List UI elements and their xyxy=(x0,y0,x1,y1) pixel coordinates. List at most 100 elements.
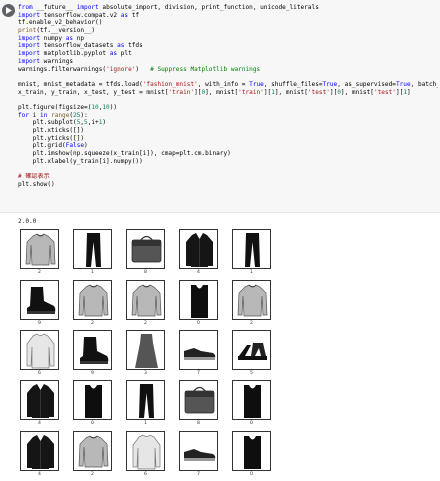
subplot-image xyxy=(20,431,59,471)
pullover-icon xyxy=(131,284,162,317)
subplot-image xyxy=(232,330,271,370)
subplot-xlabel: 7 xyxy=(197,472,200,477)
code-token: ) xyxy=(84,142,88,150)
figure-subplot: 2 xyxy=(232,280,276,332)
subplot-xlabel: 4 xyxy=(38,472,41,477)
pullover-icon xyxy=(78,435,109,468)
code-token: import xyxy=(76,4,99,11)
subplot-xlabel: 6 xyxy=(144,472,147,477)
code-line: plt.xlabel(y_train[i].numpy()) xyxy=(18,158,438,166)
code-token: ], mnist[ xyxy=(340,88,374,96)
subplot-xlabel: 8 xyxy=(144,270,147,275)
code-token: __future__ xyxy=(32,4,77,11)
pullover-icon xyxy=(237,284,268,317)
code-token: plt.subplot( xyxy=(18,119,77,127)
subplot-image xyxy=(232,229,271,269)
run-cell-button[interactable] xyxy=(2,4,15,17)
code-token: ) xyxy=(102,119,107,127)
code-token: , as_supervised= xyxy=(337,80,396,88)
dress-icon xyxy=(135,334,158,368)
figure-subplot: 0 xyxy=(232,380,276,432)
subplot-image xyxy=(73,229,112,269)
code-token: (tf.__version__) xyxy=(36,27,96,35)
code-token: False xyxy=(65,142,85,150)
code-line: import matplotlib.pyplot as plt xyxy=(18,50,438,58)
code-token: x_train, y_train, x_test, y_test = mnist… xyxy=(18,88,169,96)
code-token: ], mnist[ xyxy=(205,88,239,96)
figure-subplot: 4 xyxy=(20,380,64,432)
subplot-image xyxy=(126,229,165,269)
code-cell[interactable]: from __future__ import absolute_import, … xyxy=(0,0,440,213)
code-token: ], mnist[ xyxy=(274,88,308,96)
code-token: numpy xyxy=(40,34,66,42)
code-token: plt xyxy=(117,50,132,58)
subplot-xlabel: 9 xyxy=(38,321,41,326)
figure-subplot: 1 xyxy=(232,229,276,281)
subplot-xlabel: 2 xyxy=(91,321,94,326)
figure-subplot: 0 xyxy=(232,431,276,481)
subplot-xlabel: 9 xyxy=(91,371,94,376)
figure-subplot: 2 xyxy=(126,280,170,332)
shirt-icon xyxy=(26,333,55,369)
code-line: from __future__ import absolute_import, … xyxy=(18,4,438,12)
subplot-image xyxy=(73,280,112,320)
subplot-xlabel: 6 xyxy=(38,371,41,376)
code-line: tf.enable_v2_behavior() xyxy=(18,19,438,27)
subplot-xlabel: 7 xyxy=(197,371,200,376)
code-token: plt.xticks([]) xyxy=(18,127,85,134)
figure-subplot: 9 xyxy=(20,280,64,332)
code-line: mnist, mnist_metadata = tfds.load('fashi… xyxy=(18,81,438,89)
subplot-image xyxy=(20,280,59,320)
subplot-xlabel: 1 xyxy=(144,421,147,426)
code-token: print xyxy=(18,27,37,35)
subplot-xlabel: 4 xyxy=(197,270,200,275)
figure-subplot: 0 xyxy=(73,380,117,432)
sneaker-icon xyxy=(184,449,216,461)
code-token: import xyxy=(18,50,41,58)
figure-subplot: 6 xyxy=(20,330,64,382)
code-line: import warnings xyxy=(18,58,438,66)
code-token: True xyxy=(322,80,338,88)
subplot-xlabel: 0 xyxy=(91,421,94,426)
code-token: 'ignore' xyxy=(106,65,136,73)
trouser-icon xyxy=(86,233,101,267)
code-token: for xyxy=(18,111,30,119)
subplot-xlabel: 3 xyxy=(144,371,147,376)
sneaker-icon xyxy=(184,348,216,360)
code-token: 'train' xyxy=(238,88,264,96)
code-token: 'test' xyxy=(307,88,330,96)
figure-subplot: 1 xyxy=(73,229,117,281)
bag-icon xyxy=(184,386,215,414)
code-line: plt.grid(False) xyxy=(18,142,438,150)
coat-icon xyxy=(27,384,54,418)
code-line: x_train, y_train, x_test, y_test = mnist… xyxy=(18,89,438,97)
image-grid-figure: 2 1 8 4 1 9 2 2 0 2 6 9 3 7 5 4 0 1 8 0 4 2 6 7 0 xyxy=(20,229,440,481)
code-token: plt.grid( xyxy=(18,142,66,150)
code-token: tensorflow_datasets xyxy=(40,42,118,50)
code-token: absolute_import, division, print_functio… xyxy=(98,4,319,11)
code-line: plt.figure(figsize=(10,10)) xyxy=(18,104,438,112)
pullover-icon xyxy=(78,284,109,317)
tshirt-top-icon xyxy=(85,385,102,418)
subplot-xlabel: 2 xyxy=(91,472,94,477)
code-token: plt.xlabel(y_train[i].numpy()) xyxy=(18,157,143,165)
code-token: np xyxy=(73,34,85,42)
subplot-image xyxy=(73,380,112,420)
code-line: import tensorflow_datasets as tfds xyxy=(18,42,438,50)
code-token: # 確認表示 xyxy=(18,173,50,181)
code-token: import xyxy=(18,57,41,65)
subplot-image xyxy=(20,330,59,370)
code-line: plt.show() xyxy=(18,181,438,189)
code-line: plt.subplot(5,5,i+1) xyxy=(18,119,438,127)
code-token: tf xyxy=(128,11,140,19)
code-token: import xyxy=(18,42,41,50)
code-editor[interactable]: from __future__ import absolute_import, … xyxy=(18,4,438,189)
code-token: ,i+ xyxy=(87,119,99,127)
code-token: tf.enable_v2_behavior() xyxy=(18,19,103,27)
code-token: 'test' xyxy=(373,88,396,96)
code-token: mnist, mnist_metadata = tfds.load( xyxy=(18,80,143,88)
tshirt-top-icon xyxy=(244,436,261,469)
